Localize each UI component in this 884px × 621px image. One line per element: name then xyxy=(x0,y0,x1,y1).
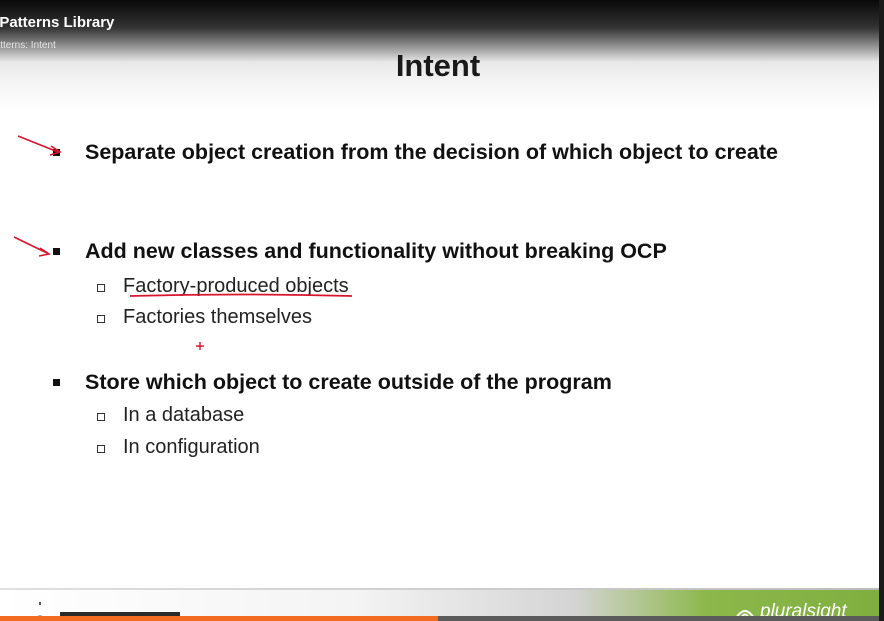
bullet-text: Separate object creation from the decisi… xyxy=(85,140,778,164)
right-edge xyxy=(879,0,884,621)
hollow-square-bullet-icon xyxy=(97,413,105,421)
clip-title: Patterns: Intent xyxy=(0,40,56,51)
square-bullet-icon xyxy=(53,248,60,255)
bullet-text: Add new classes and functionality withou… xyxy=(85,239,667,263)
sub-bullet-text: Factories themselves xyxy=(123,306,312,328)
course-title: n Patterns Library xyxy=(0,14,115,31)
sub-bullet-text: In configuration xyxy=(123,436,260,458)
hollow-square-bullet-icon xyxy=(97,315,105,323)
player-title-overlay: n Patterns Library Patterns: Intent xyxy=(0,0,884,62)
square-bullet-icon xyxy=(53,149,60,156)
video-frame: Intent Separate object creation from the… xyxy=(0,0,884,621)
hollow-square-bullet-icon xyxy=(97,445,105,453)
bullet-item-2: Add new classes and functionality withou… xyxy=(53,237,823,266)
sub-bullet-text: Factory-produced objects xyxy=(123,275,349,297)
sub-bullet-text: In a database xyxy=(123,404,245,426)
bullet-item-3: Store which object to create outside of … xyxy=(53,368,823,397)
video-progress-fill xyxy=(0,616,438,621)
bullet-item-1: Separate object creation from the decisi… xyxy=(53,138,823,198)
red-arrow-annotation xyxy=(13,236,52,257)
video-progress-bar[interactable] xyxy=(0,616,884,621)
square-bullet-icon xyxy=(53,379,60,386)
cursor-crosshair-icon xyxy=(196,342,204,350)
hollow-square-bullet-icon xyxy=(97,284,105,292)
bullet-text: Store which object to create outside of … xyxy=(85,370,612,394)
